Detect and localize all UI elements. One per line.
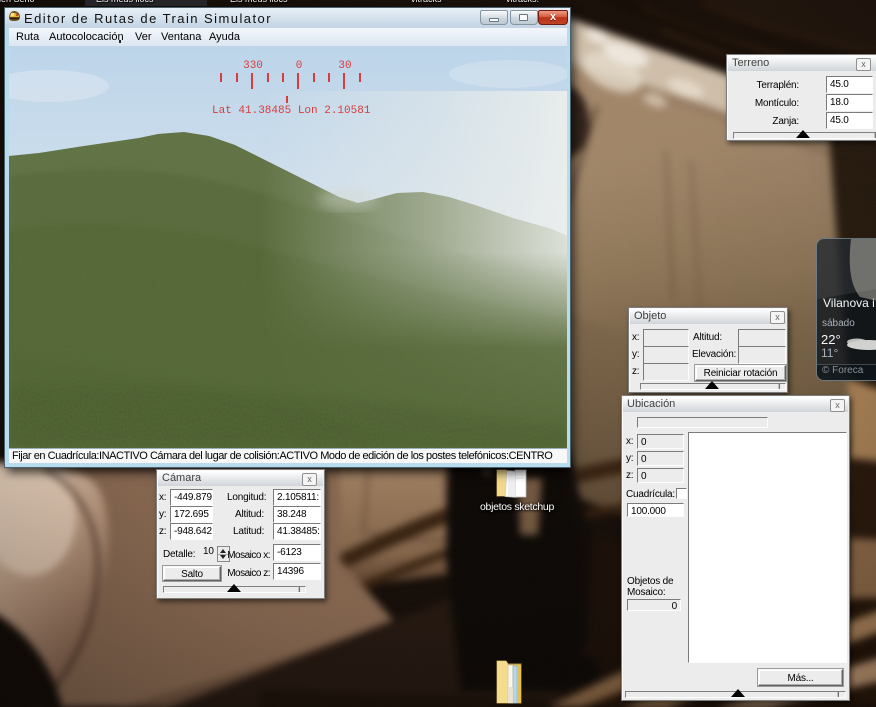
svg-text:330: 330 [243, 60, 263, 72]
svg-text:Lat 41.38485 Lon 2.10581: Lat 41.38485 Lon 2.10581 [212, 105, 371, 117]
svg-text:0: 0 [296, 60, 303, 72]
svg-text:30: 30 [338, 60, 351, 72]
